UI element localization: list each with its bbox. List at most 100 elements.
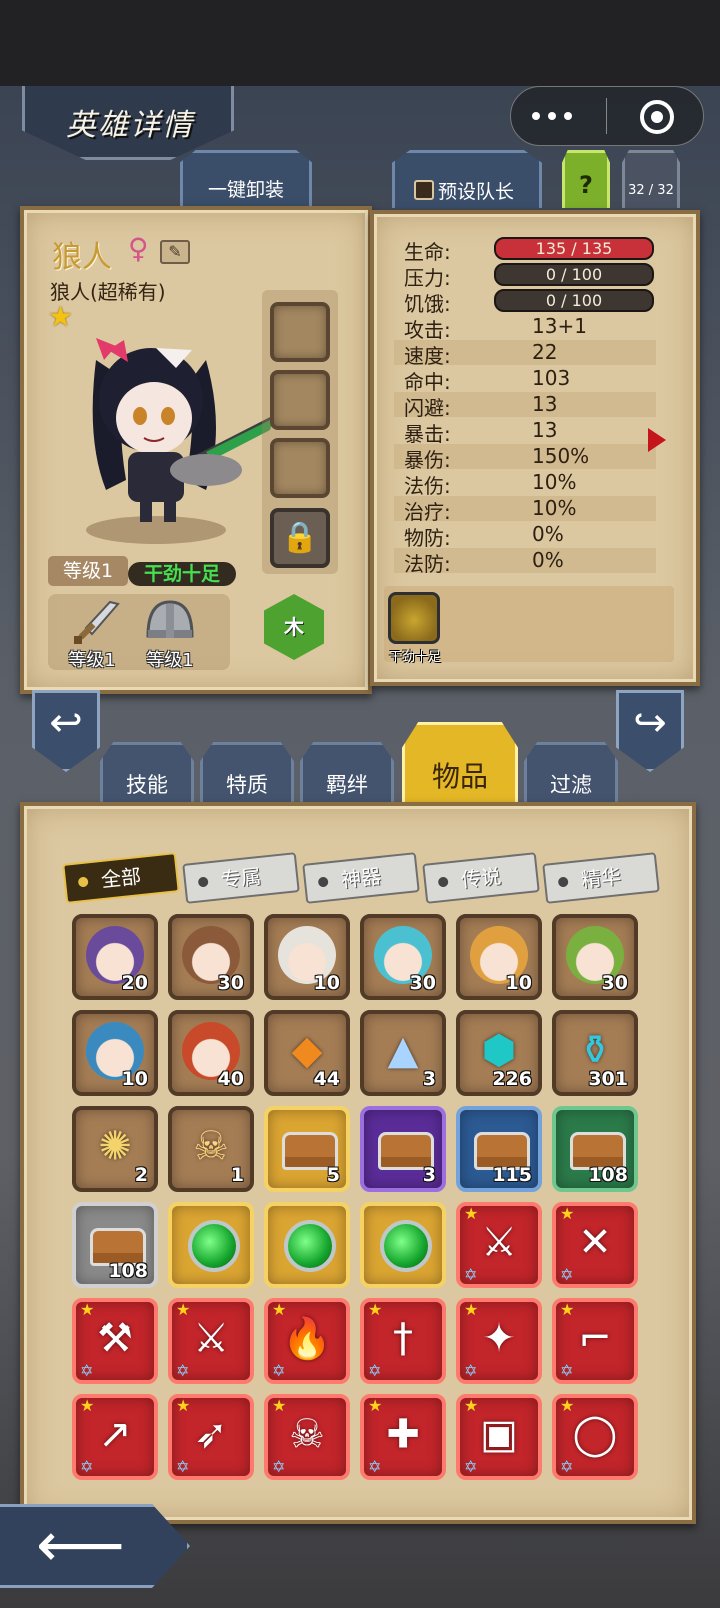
dagger-icon: † <box>393 1315 413 1362</box>
inventory-slot[interactable]: ↗ ★ ✡ <box>72 1394 158 1480</box>
preset-captain-checkbox[interactable] <box>414 180 434 200</box>
inventory-slot[interactable]: 10 <box>72 1010 158 1096</box>
item-quantity: 115 <box>492 1164 532 1186</box>
stat-row-stress: 压力: 0 / 100 <box>394 262 656 290</box>
hero-trait-badge[interactable]: 干劲十足 <box>128 562 236 586</box>
inventory-slot[interactable]: ➶ ★ ✡ <box>168 1394 254 1480</box>
stat-value: 13 <box>532 418 558 442</box>
unequip-all-button[interactable]: 一键卸装 <box>180 150 312 206</box>
inventory-slot[interactable]: 30 <box>360 914 446 1000</box>
inventory-slot[interactable]: ⌐ ★ ✡ <box>552 1298 638 1384</box>
inventory-slot[interactable]: ⚒ ★ ✡ <box>72 1298 158 1384</box>
inventory-slot[interactable]: 108 <box>552 1106 638 1192</box>
item-quantity: 108 <box>588 1164 628 1186</box>
lock-icon[interactable]: 🔒 <box>270 508 330 568</box>
inventory-slot[interactable] <box>168 1202 254 1288</box>
stat-value: 0% <box>532 522 564 546</box>
star-icon: ★ <box>176 1396 191 1415</box>
inventory-slot[interactable]: 30 <box>552 914 638 1000</box>
more-dot-icon[interactable] <box>564 112 572 120</box>
inventory-slot[interactable]: ⚱ 301 <box>552 1010 638 1096</box>
stat-row: 攻击: 13+1 <box>394 314 656 342</box>
stat-label: 暴击: <box>404 422 451 446</box>
edit-icon[interactable]: ✎ <box>160 240 190 264</box>
inventory-slot[interactable]: ▣ ★ ✡ <box>456 1394 542 1480</box>
inventory-slot[interactable]: ✕ ★ ✡ <box>552 1202 638 1288</box>
inventory-slot[interactable]: 40 <box>168 1010 254 1096</box>
inventory-slot[interactable]: ▲ 3 <box>360 1010 446 1096</box>
inventory-slot[interactable]: ⚔ ★ ✡ <box>168 1298 254 1384</box>
helmet-icon[interactable] <box>142 596 198 648</box>
flame-sword-icon: 🔥 <box>282 1316 332 1363</box>
inventory-slot[interactable] <box>360 1202 446 1288</box>
green-gem-icon <box>380 1220 432 1272</box>
trait-skill-label: 干劲十足 <box>388 650 441 665</box>
inventory-slot[interactable]: ◯ ★ ✡ <box>552 1394 638 1480</box>
inventory-slot[interactable]: 108 <box>72 1202 158 1288</box>
inventory-slot[interactable]: 115 <box>456 1106 542 1192</box>
stat-row: 治疗: 10% <box>394 496 656 524</box>
tier-icon: ✡ <box>464 1457 478 1476</box>
accessory-slot[interactable] <box>270 302 330 362</box>
stat-row-hp: 生命: 135 / 135 <box>394 236 656 264</box>
inventory-slot[interactable]: 20 <box>72 914 158 1000</box>
close-target-icon[interactable] <box>640 100 674 134</box>
star-icon: ★ <box>560 1300 575 1319</box>
inventory-slot[interactable]: ✺ 2 <box>72 1106 158 1192</box>
stat-label: 闪避: <box>404 396 451 420</box>
item-quantity: 30 <box>217 972 244 994</box>
star-icon: ★ <box>272 1300 287 1319</box>
more-dot-icon[interactable] <box>532 112 540 120</box>
help-button[interactable]: ? <box>562 150 610 208</box>
gear-level-label: 等级1 <box>146 650 194 671</box>
accessory-slot[interactable] <box>270 370 330 430</box>
inventory-slot[interactable]: 🔥 ★ ✡ <box>264 1298 350 1384</box>
tab-items[interactable]: 物品 <box>402 722 518 808</box>
stat-value: 10% <box>532 470 577 494</box>
tab-filter[interactable]: 过滤 <box>524 742 618 806</box>
tab-skills[interactable]: 技能 <box>100 742 194 806</box>
tab-traits[interactable]: 特质 <box>200 742 294 806</box>
stat-label: 命中: <box>404 370 451 394</box>
item-quantity: 40 <box>217 1068 244 1090</box>
inventory-slot[interactable]: ☠ 1 <box>168 1106 254 1192</box>
item-quantity: 30 <box>409 972 436 994</box>
tier-icon: ✡ <box>560 1457 574 1476</box>
inventory-slot[interactable]: 30 <box>168 914 254 1000</box>
inventory-slot[interactable]: 10 <box>264 914 350 1000</box>
item-quantity: 30 <box>601 972 628 994</box>
tier-icon: ✡ <box>80 1361 94 1380</box>
inventory-slot[interactable]: † ★ ✡ <box>360 1298 446 1384</box>
inventory-slot[interactable]: ☠ ★ ✡ <box>264 1394 350 1480</box>
inventory-slot[interactable]: 10 <box>456 914 542 1000</box>
inventory-slot[interactable]: ✦ ★ ✡ <box>456 1298 542 1384</box>
stat-label: 速度: <box>404 344 451 368</box>
more-dot-icon[interactable] <box>548 112 556 120</box>
back-arrow-icon[interactable]: ⟵ <box>0 1504 190 1588</box>
tier-icon: ✡ <box>464 1361 478 1380</box>
inventory-slot[interactable]: 3 <box>360 1106 446 1192</box>
battle-axe-icon: ⚔ <box>481 1219 517 1266</box>
stat-row: 暴伤: 150% <box>394 444 656 472</box>
tier-icon: ✡ <box>272 1361 286 1380</box>
green-gem-icon <box>284 1220 336 1272</box>
inventory-slot[interactable]: ✚ ★ ✡ <box>360 1394 446 1480</box>
trait-skill-icon[interactable] <box>388 592 440 644</box>
inventory-slot[interactable]: ⚔ ★ ✡ <box>456 1202 542 1288</box>
tier-icon: ✡ <box>176 1457 190 1476</box>
stat-value: 10% <box>532 496 577 520</box>
accessory-slot[interactable] <box>270 438 330 498</box>
inventory-slot[interactable] <box>264 1202 350 1288</box>
expand-stats-arrow-icon[interactable] <box>648 428 666 452</box>
sword-icon[interactable] <box>66 598 122 648</box>
tab-bonds[interactable]: 羁绊 <box>300 742 394 806</box>
hero-count-badge[interactable]: 32 / 32 <box>622 150 680 208</box>
inventory-slot[interactable]: ⬢ 226 <box>456 1010 542 1096</box>
tier-icon: ✡ <box>560 1265 574 1284</box>
double-axe-icon: ⚒ <box>97 1315 133 1362</box>
inventory-slot[interactable]: ◆ 44 <box>264 1010 350 1096</box>
pistol-icon: ⌐ <box>578 1315 612 1362</box>
crossed-blades-icon: ✕ <box>578 1219 612 1266</box>
inventory-slot[interactable]: 5 <box>264 1106 350 1192</box>
stat-row: 物防: 0% <box>394 522 656 550</box>
